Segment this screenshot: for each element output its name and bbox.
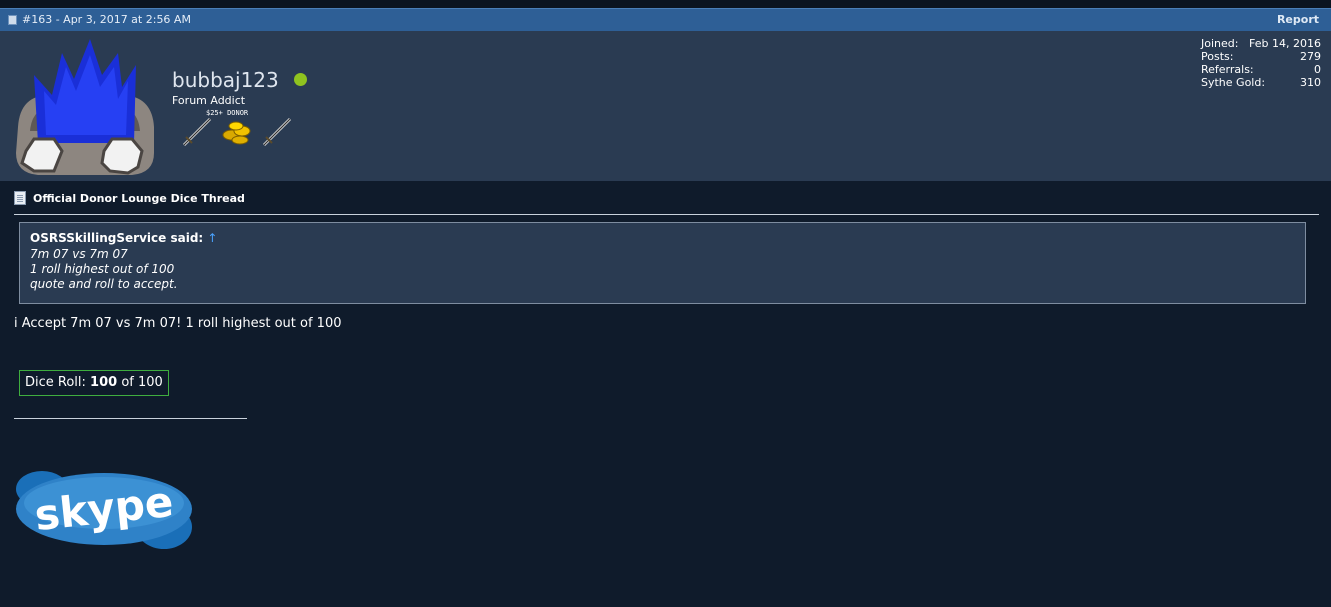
stat-sythe-gold: Sythe Gold: 310: [1201, 76, 1321, 89]
post-permalink-icon[interactable]: [8, 15, 17, 25]
thread-title-text: Official Donor Lounge Dice Thread: [33, 191, 245, 205]
dice-roll-label: Dice Roll:: [25, 375, 86, 390]
stat-referrals: Referrals: 0: [1201, 63, 1321, 76]
report-link[interactable]: Report: [1277, 13, 1319, 26]
donor-badge: $25+ DONOR: [182, 109, 292, 147]
stat-joined: Joined: Feb 14, 2016: [1201, 37, 1321, 50]
quote-line: 7m 07 vs 7m 07: [30, 247, 128, 261]
online-status-icon: [294, 73, 307, 86]
user-title: Forum Addict: [172, 94, 246, 107]
skype-logo: skype: [16, 471, 192, 549]
user-stats: Joined: Feb 14, 2016 Posts: 279 Referral…: [1201, 37, 1321, 89]
quote-line: quote and roll to accept.: [30, 277, 178, 291]
username[interactable]: bubbaj123: [172, 68, 279, 92]
stat-posts: Posts: 279: [1201, 50, 1321, 63]
post-content: Official Donor Lounge Dice Thread OSRSSk…: [0, 181, 1331, 607]
quote-line: 1 roll highest out of 100: [30, 262, 175, 276]
dice-roll-value: 100: [90, 375, 118, 390]
title-divider: [14, 214, 1319, 215]
donor-badge-label: $25+ DONOR: [206, 109, 249, 117]
dice-roll-max: of 100: [121, 375, 163, 390]
reply-text: i Accept 7m 07 vs 7m 07! 1 roll highest …: [14, 316, 342, 331]
avatar[interactable]: [10, 35, 160, 179]
top-edge: [0, 0, 1331, 8]
sword-left-icon: [182, 117, 212, 147]
post-meta[interactable]: #163 - Apr 3, 2017 at 2:56 AM: [22, 13, 191, 26]
dice-roll-box: Dice Roll: 100 of 100: [19, 370, 169, 396]
gold-coins-icon: [222, 121, 251, 145]
signature-divider: [14, 418, 247, 419]
post-header: #163 - Apr 3, 2017 at 2:56 AM Report: [0, 8, 1331, 31]
quote-jump-icon[interactable]: ↑: [207, 231, 217, 245]
user-info-bar: bubbaj123 Forum Addict $25+ DONOR Joined…: [0, 31, 1331, 181]
thread-title: Official Donor Lounge Dice Thread: [14, 191, 245, 205]
quote-block: OSRSSkillingService said: ↑ 7m 07 vs 7m …: [19, 222, 1306, 304]
page-icon: [14, 191, 26, 205]
quote-header: OSRSSkillingService said: ↑: [30, 231, 1295, 245]
quote-author: OSRSSkillingService said:: [30, 231, 204, 245]
sword-right-icon: [262, 117, 292, 147]
